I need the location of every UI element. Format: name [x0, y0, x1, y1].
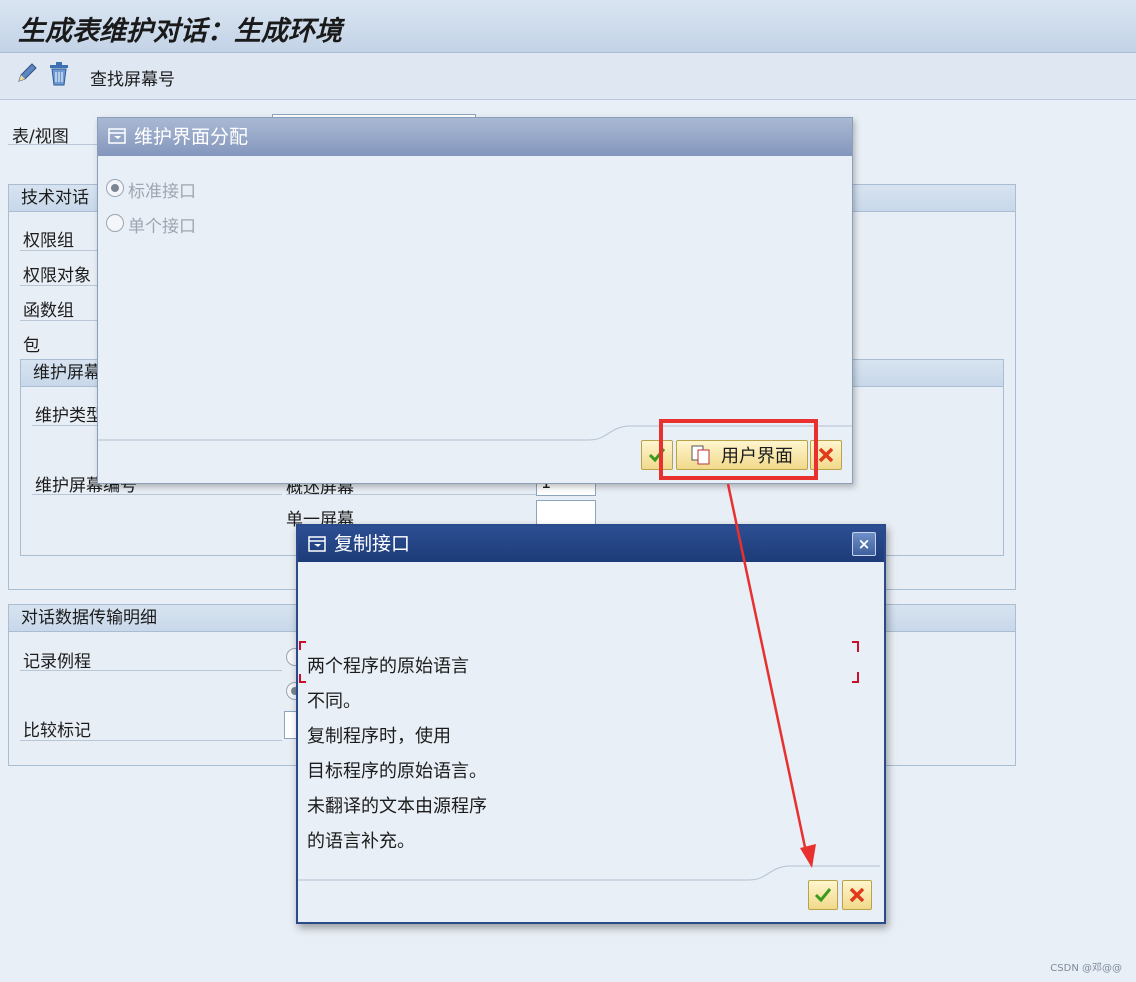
single-interface-radio[interactable] — [106, 214, 124, 232]
compare-flag-label: 比较标记 — [23, 721, 91, 741]
divider — [286, 494, 536, 495]
divider — [8, 144, 98, 145]
toolbar: 查找屏幕号 — [0, 53, 1136, 100]
single-interface-label: 单个接口 — [128, 217, 196, 237]
message-line: 复制程序时，使用 — [307, 726, 451, 747]
auth-group-label: 权限组 — [23, 231, 74, 251]
pencil-icon[interactable] — [14, 61, 40, 87]
message-line: 不同。 — [307, 691, 361, 712]
divider — [20, 740, 282, 741]
copy-interface-dialog: 复制接口 × 两个程序的原始语言 不同。 复制程序时，使用 目标程序的原始语言。… — [296, 524, 886, 924]
divider — [20, 320, 98, 321]
single-screen-input[interactable] — [536, 500, 596, 526]
trash-icon[interactable] — [46, 61, 72, 87]
divider — [20, 250, 98, 251]
divider — [20, 285, 98, 286]
divider — [32, 494, 282, 495]
auth-object-label: 权限对象 — [23, 266, 91, 286]
divider — [32, 425, 98, 426]
message-line: 目标程序的原始语言。 — [307, 761, 487, 782]
function-group-label: 函数组 — [23, 301, 74, 321]
dialog-title: 复制接口 — [334, 533, 411, 555]
message-line: 两个程序的原始语言 — [307, 656, 469, 677]
find-screen-button[interactable]: 查找屏幕号 — [90, 65, 175, 90]
dialog-title: 维护界面分配 — [134, 126, 249, 148]
cancel-x-icon — [849, 887, 865, 903]
dialog-window-icon — [308, 536, 326, 552]
package-label: 包 — [23, 336, 40, 356]
divider — [20, 670, 282, 671]
page-title: 生成表维护对话：生成环境 — [18, 16, 342, 47]
highlight-box — [659, 419, 818, 480]
dialog-header: 复制接口 × — [298, 526, 884, 562]
cancel-button[interactable] — [842, 880, 872, 910]
cancel-x-icon — [818, 447, 834, 463]
standard-interface-label: 标准接口 — [128, 182, 196, 202]
confirm-button[interactable] — [808, 880, 838, 910]
maint-type-label: 维护类型 — [35, 406, 103, 426]
standard-interface-radio[interactable] — [106, 179, 124, 197]
window-title-bar: 生成表维护对话：生成环境 — [0, 0, 1136, 53]
watermark: CSDN @邓@@ — [1050, 963, 1122, 974]
message-line: 的语言补充。 — [307, 831, 415, 852]
dialog-header: 维护界面分配 — [98, 118, 852, 156]
checkmark-icon — [814, 888, 832, 903]
close-icon[interactable]: × — [852, 532, 876, 556]
dialog-window-icon — [108, 128, 126, 144]
dialog-footer-divider — [298, 865, 880, 881]
message-line: 未翻译的文本由源程序 — [307, 796, 487, 817]
record-routine-label: 记录例程 — [23, 652, 91, 672]
